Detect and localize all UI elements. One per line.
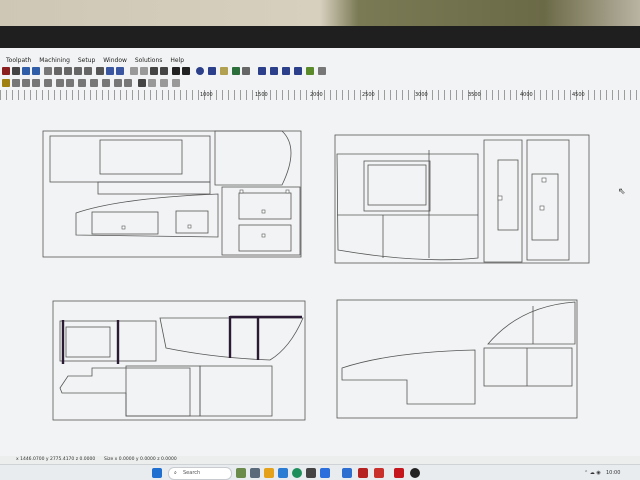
meeting-icon[interactable] <box>250 468 260 478</box>
part-markers <box>121 177 547 238</box>
cursor-coordinates: x 1446.0700 y 2775.4170 z 0.0000 <box>16 457 96 462</box>
clock[interactable]: 10:00 <box>606 465 620 480</box>
nest-sheet-1[interactable] <box>42 130 302 258</box>
nest-sheet-4[interactable] <box>336 299 578 419</box>
nest-sheet-2[interactable] <box>334 134 590 264</box>
app-icon[interactable] <box>358 468 368 478</box>
widget-icon[interactable] <box>236 468 246 478</box>
folder-icon[interactable] <box>278 468 288 478</box>
cad-canvas[interactable] <box>0 48 640 480</box>
mouse-cursor-icon: ⇖ <box>618 187 626 197</box>
acrobat-icon[interactable] <box>394 468 404 478</box>
monitor-screen: Toolpath Machining Setup Window Solution… <box>0 48 640 480</box>
mail-icon[interactable] <box>342 468 352 478</box>
running-app-icon[interactable] <box>410 468 420 478</box>
cad-app-icon[interactable] <box>374 468 384 478</box>
search-placeholder: Search <box>183 470 201 476</box>
camera-icon[interactable] <box>306 468 316 478</box>
edge-icon[interactable] <box>292 468 302 478</box>
tray-icons[interactable]: ⌃ ☁ ◉ <box>584 465 601 480</box>
selection-size: Size x 0.0000 y 0.0000 z 0.0000 <box>104 457 177 462</box>
store-icon[interactable] <box>320 468 330 478</box>
nest-sheet-3[interactable] <box>52 300 306 421</box>
background-wall <box>0 0 640 28</box>
taskbar-search[interactable]: ⌕ Search <box>168 467 232 480</box>
chat-icon[interactable] <box>264 468 274 478</box>
monitor-bezel <box>0 26 640 70</box>
start-icon[interactable] <box>152 468 162 478</box>
search-icon: ⌕ <box>174 470 177 476</box>
status-bar: x 1446.0700 y 2775.4170 z 0.0000 Size x … <box>0 456 640 464</box>
windows-taskbar: ⌕ Search ⌃ ☁ ◉ 10:00 <box>0 464 640 480</box>
